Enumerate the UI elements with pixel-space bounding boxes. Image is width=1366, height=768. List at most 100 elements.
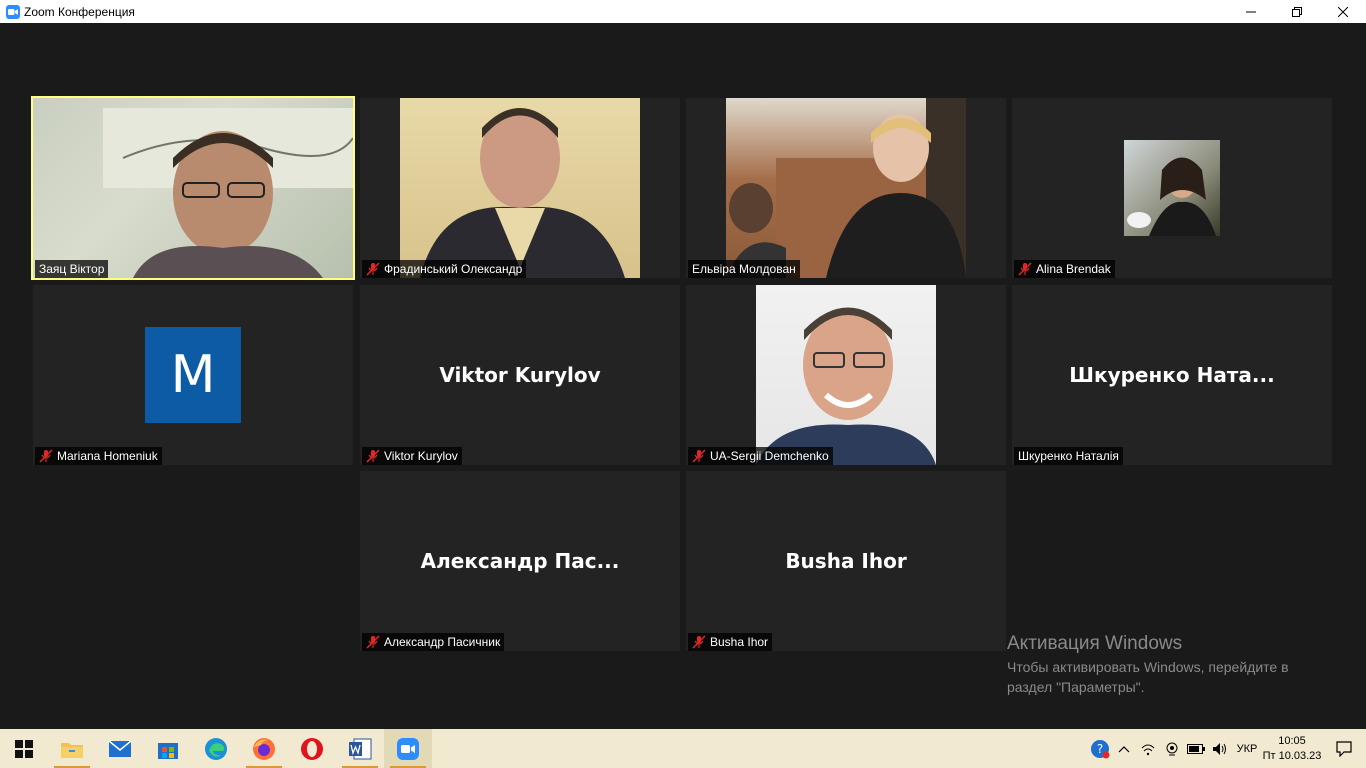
avatar: M: [145, 327, 241, 423]
participant-name: Mariana Homeniuk: [57, 449, 158, 463]
participant-tile-3[interactable]: Ельвіра Молдован: [686, 98, 1006, 278]
show-hidden-icons-button[interactable]: [1112, 729, 1136, 768]
system-tray: ? УКР 10:05 Пт 10.03.23: [1088, 729, 1366, 768]
participant-tile-6[interactable]: Viktor Kurylov Viktor Kurylov: [360, 285, 680, 465]
participant-name: Busha Ihor: [710, 635, 769, 649]
minimize-button[interactable]: [1228, 0, 1274, 23]
participant-tile-9[interactable]: Александр Пас... Александр Пасичник: [360, 471, 680, 651]
camera-icon: [1166, 742, 1178, 755]
taskbar-mail[interactable]: [96, 729, 144, 768]
windows-activation-watermark: Активация Windows Чтобы активировать Win…: [1007, 633, 1327, 697]
participant-tile-10[interactable]: Busha Ihor Busha Ihor: [686, 471, 1006, 651]
participant-display-name: Viktor Kurylov: [439, 363, 601, 387]
notification-icon: [1336, 740, 1352, 757]
participant-video: [726, 98, 966, 278]
participant-tile-5[interactable]: M Mariana Homeniuk: [33, 285, 353, 465]
window-controls: [1228, 0, 1366, 23]
battery-icon: [1187, 743, 1205, 754]
participant-name-tag: Busha Ihor: [688, 633, 773, 651]
word-icon: [349, 738, 372, 759]
muted-microphone-icon: [692, 449, 706, 463]
help-icon: ?: [1091, 739, 1110, 758]
restore-button[interactable]: [1274, 0, 1320, 23]
participant-name: UA-Sergii Demchenko: [710, 449, 829, 463]
participant-tile-1[interactable]: Заяц Віктор: [31, 96, 355, 280]
tray-help[interactable]: ?: [1088, 729, 1112, 768]
profile-photo: [1127, 157, 1216, 236]
clock-date: Пт 10.03.23: [1262, 749, 1322, 762]
speaker-icon: [1213, 742, 1226, 755]
clock[interactable]: 10:05 Пт 10.03.23: [1262, 734, 1322, 764]
taskbar-edge[interactable]: [192, 729, 240, 768]
participant-display-name: Busha Ihor: [785, 549, 907, 573]
zoom-icon: [397, 737, 419, 760]
muted-microphone-icon: [39, 449, 53, 463]
participant-name-tag: Фрадинський Олександр: [362, 260, 527, 278]
notifications-button[interactable]: [1322, 729, 1366, 768]
participant-name-tag: Ельвіра Молдован: [688, 260, 800, 278]
window-title: Zoom Конференция: [24, 4, 135, 19]
minimize-icon: [1246, 11, 1256, 12]
participant-tile-8[interactable]: Шкуренко Ната... Шкуренко Наталія: [1012, 285, 1332, 465]
participant-name-tag: Alina Brendak: [1014, 260, 1115, 278]
participant-name: Александр Пасичник: [384, 635, 501, 649]
clock-time: 10:05: [1278, 734, 1306, 747]
participant-name-tag: UA-Sergii Demchenko: [688, 447, 833, 465]
participant-name-tag: Шкуренко Наталія: [1014, 447, 1123, 465]
taskbar: ? УКР 10:05 Пт 10.03.23: [0, 729, 1366, 768]
zoom-app-icon: [6, 4, 20, 19]
participant-tile-7[interactable]: UA-Sergii Demchenko: [686, 285, 1006, 465]
folder-icon: [61, 742, 83, 758]
participant-name-tag: Mariana Homeniuk: [35, 447, 162, 465]
participant-video: [756, 285, 936, 465]
muted-microphone-icon: [692, 635, 706, 649]
wifi-icon: [1141, 744, 1155, 755]
participant-name-tag: Александр Пасичник: [362, 633, 505, 651]
start-button[interactable]: [0, 729, 48, 768]
firefox-icon: [253, 737, 275, 760]
muted-microphone-icon: [366, 635, 380, 649]
title-bar: Zoom Конференция: [0, 0, 1366, 23]
opera-icon: [301, 737, 323, 760]
participant-display-name: Александр Пас...: [420, 549, 620, 573]
tray-network[interactable]: [1136, 729, 1160, 768]
participant-display-name: Шкуренко Ната...: [1069, 363, 1275, 387]
tray-volume[interactable]: [1208, 729, 1232, 768]
tray-battery[interactable]: [1184, 729, 1208, 768]
language-indicator[interactable]: УКР: [1232, 743, 1262, 755]
video-frame: [420, 108, 625, 278]
participant-tile-4[interactable]: Alina Brendak: [1012, 98, 1332, 278]
taskbar-zoom[interactable]: [384, 729, 432, 768]
video-frame: [726, 98, 966, 278]
close-button[interactable]: [1320, 0, 1366, 23]
participant-name: Viktor Kurylov: [384, 449, 458, 463]
participant-name: Заяц Віктор: [39, 262, 105, 276]
windows-logo-icon: [15, 739, 33, 758]
participant-tile-2[interactable]: Фрадинський Олександр: [360, 98, 680, 278]
muted-microphone-icon: [366, 449, 380, 463]
svg-text:?: ?: [1097, 742, 1103, 756]
mail-icon: [108, 739, 132, 757]
taskbar-firefox[interactable]: [240, 729, 288, 768]
gallery-view: Заяц Віктор Фрадинський Олександр Ельвір…: [0, 23, 1366, 729]
taskbar-store[interactable]: [144, 729, 192, 768]
activation-text: Чтобы активировать Windows, перейдите в …: [1007, 657, 1327, 697]
muted-microphone-icon: [366, 262, 380, 276]
close-icon: [1338, 6, 1348, 17]
muted-microphone-icon: [1018, 262, 1032, 276]
activation-line-1: Чтобы активировать Windows, перейдите в: [1007, 659, 1289, 675]
chevron-up-icon: [1118, 745, 1130, 752]
participant-name: Alina Brendak: [1036, 262, 1111, 276]
taskbar-word[interactable]: [336, 729, 384, 768]
restore-icon: [1292, 6, 1302, 17]
video-frame: [103, 108, 353, 278]
taskbar-opera[interactable]: [288, 729, 336, 768]
participant-video: [33, 98, 353, 278]
taskbar-file-explorer[interactable]: [48, 729, 96, 768]
video-frame: [756, 307, 936, 465]
store-icon: [158, 742, 178, 759]
participant-video: [400, 98, 640, 278]
tray-webcam[interactable]: [1160, 729, 1184, 768]
participant-name-tag: Viktor Kurylov: [362, 447, 462, 465]
participant-name: Ельвіра Молдован: [692, 262, 796, 276]
